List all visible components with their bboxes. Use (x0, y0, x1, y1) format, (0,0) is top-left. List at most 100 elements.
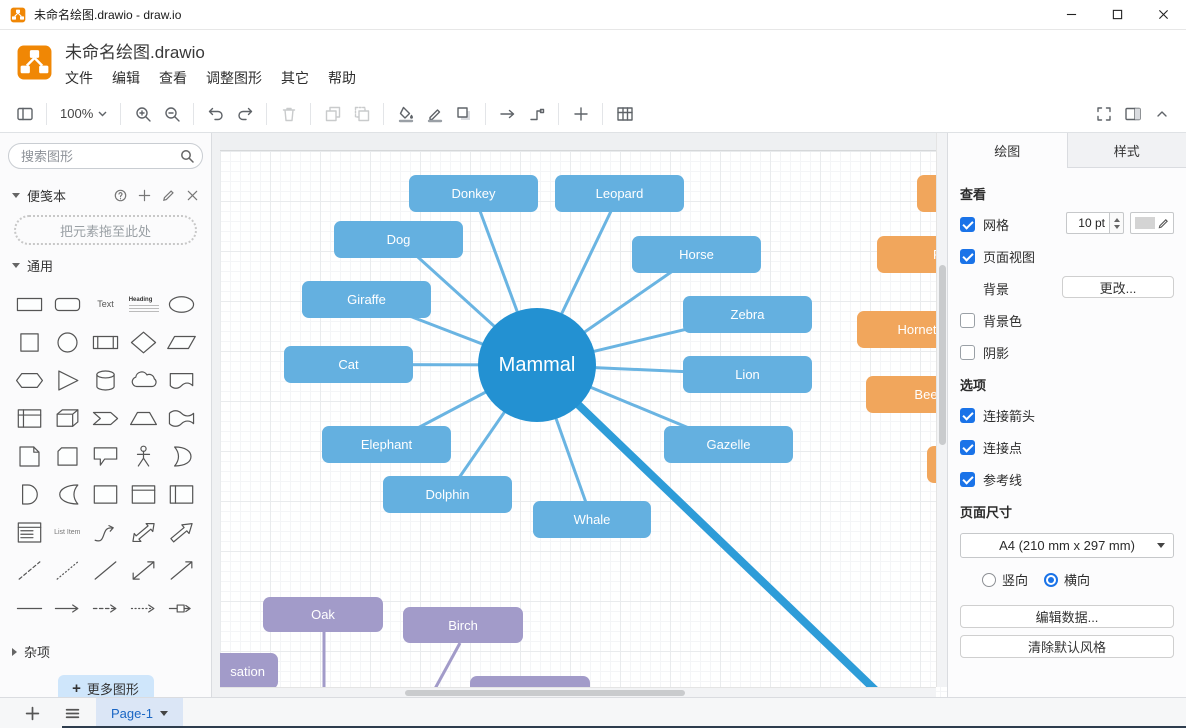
shape-step[interactable] (86, 399, 124, 437)
shape-dotted-edge[interactable] (125, 589, 163, 627)
diagram-node-mammal-center[interactable]: Mammal (478, 308, 596, 422)
edit-data-button[interactable]: 编辑数据... (960, 605, 1174, 628)
menu-edit[interactable]: 编辑 (112, 68, 140, 88)
page-size-select[interactable]: A4 (210 mm x 297 mm) (960, 533, 1174, 558)
page-tab[interactable]: Page-1 (96, 698, 183, 728)
shape-document[interactable] (163, 361, 201, 399)
connection-arrows-checkbox[interactable] (960, 408, 975, 423)
diagram-node-whale[interactable]: Whale (533, 501, 651, 538)
shape-curve[interactable] (86, 513, 124, 551)
shape-link-edge[interactable] (48, 589, 86, 627)
add-page-button[interactable] (20, 701, 44, 725)
menu-help[interactable]: 帮助 (328, 68, 356, 88)
shape-diamond[interactable] (125, 323, 163, 361)
shape-heading[interactable]: Heading (125, 285, 163, 323)
toolbar-shadow-button[interactable] (449, 100, 478, 128)
grid-checkbox[interactable] (960, 217, 975, 232)
diagram-node-horse[interactable]: Horse (632, 236, 761, 273)
vertical-scrollbar-thumb[interactable] (939, 265, 946, 445)
shape-circle[interactable] (48, 323, 86, 361)
shape-container[interactable] (86, 475, 124, 513)
landscape-radio[interactable]: 横向 (1044, 570, 1090, 589)
shape-line[interactable] (86, 551, 124, 589)
shape-list[interactable] (10, 513, 48, 551)
portrait-radio[interactable]: 竖向 (982, 570, 1028, 589)
connection-points-checkbox[interactable] (960, 440, 975, 455)
shape-cloud[interactable] (125, 361, 163, 399)
scratchpad-section-header[interactable]: 便笺本 (0, 177, 211, 211)
shadow-checkbox[interactable] (960, 345, 975, 360)
shape-directional-connector[interactable] (163, 551, 201, 589)
toolbar-table-button[interactable] (610, 100, 639, 128)
toolbar-collapse-button[interactable] (1147, 100, 1176, 128)
shape-cube[interactable] (48, 399, 86, 437)
shape-text[interactable]: Text (86, 285, 124, 323)
diagram-node-hornet[interactable]: Hornet (857, 311, 947, 348)
diagram-node-sation[interactable]: sation (220, 653, 278, 689)
search-input[interactable] (8, 143, 203, 169)
shape-parallelogram[interactable] (163, 323, 201, 361)
shape-rectangle[interactable] (10, 285, 48, 323)
toolbar-connection-button[interactable] (493, 100, 522, 128)
toolbar-panel-toggle-button[interactable] (10, 100, 39, 128)
pages-menu-button[interactable] (60, 701, 84, 725)
tab-style[interactable]: 样式 (1068, 133, 1186, 167)
diagram-node-zebra[interactable]: Zebra (683, 296, 812, 333)
diagram-node-dog[interactable]: Dog (334, 221, 463, 258)
shape-arrow[interactable] (163, 513, 201, 551)
scratchpad-dropzone[interactable]: 把元素拖至此处 (14, 215, 197, 245)
more-shapes-button[interactable]: + 更多图形 (58, 675, 154, 697)
shape-actor[interactable] (125, 437, 163, 475)
help-icon[interactable] (114, 189, 127, 202)
shape-cylinder[interactable] (86, 361, 124, 399)
grid-size-input[interactable]: 10 pt (1066, 212, 1110, 234)
shape-triangle[interactable] (48, 361, 86, 399)
add-icon[interactable] (138, 189, 151, 202)
shape-bidirectional-connector[interactable] (125, 551, 163, 589)
menu-arrange[interactable]: 调整图形 (206, 68, 262, 88)
shape-bidirectional-arrow[interactable] (125, 513, 163, 551)
menu-file[interactable]: 文件 (65, 68, 93, 88)
diagram-node-oak[interactable]: Oak (263, 597, 383, 632)
diagram-node-lion[interactable]: Lion (683, 356, 812, 393)
toolbar-fullscreen-button[interactable] (1089, 100, 1118, 128)
misc-section-header[interactable]: 杂项 (0, 633, 211, 667)
shape-process[interactable] (86, 323, 124, 361)
sidebar-scroll-gutter[interactable] (212, 133, 220, 697)
shape-filled-edge[interactable] (10, 589, 48, 627)
toolbar-waypoints-button[interactable] (522, 100, 551, 128)
toolbar-redo-button[interactable] (230, 100, 259, 128)
close-icon[interactable] (186, 189, 199, 202)
close-button[interactable] (1140, 0, 1186, 29)
diagram-node-gazelle[interactable]: Gazelle (664, 426, 793, 463)
change-background-button[interactable]: 更改... (1062, 276, 1174, 298)
toolbar-fill-color-button[interactable] (391, 100, 420, 128)
shape-dotted-line[interactable] (48, 551, 86, 589)
shape-callout[interactable] (86, 437, 124, 475)
maximize-button[interactable] (1094, 0, 1140, 29)
toolbar-zoom-out-button[interactable] (157, 100, 186, 128)
shape-square[interactable] (10, 323, 48, 361)
shape-dashed-edge[interactable] (86, 589, 124, 627)
toolbar-line-color-button[interactable] (420, 100, 449, 128)
diagram-node-birch[interactable]: Birch (403, 607, 523, 643)
diagram-node-donkey[interactable]: Donkey (409, 175, 538, 212)
shape-list-item[interactable]: List Item (48, 513, 86, 551)
shape-note[interactable] (10, 437, 48, 475)
toolbar-format-panel-button[interactable] (1118, 100, 1147, 128)
menu-extras[interactable]: 其它 (281, 68, 309, 88)
grid-color-button[interactable] (1130, 212, 1174, 234)
horizontal-scrollbar-thumb[interactable] (405, 690, 685, 696)
diagram-node-cat[interactable]: Cat (284, 346, 413, 383)
shape-card[interactable] (48, 437, 86, 475)
diagram-node-dolphin[interactable]: Dolphin (383, 476, 512, 513)
shape-tape[interactable] (163, 399, 201, 437)
edit-icon[interactable] (162, 189, 175, 202)
guides-checkbox[interactable] (960, 472, 975, 487)
toolbar-zoom-in-button[interactable] (128, 100, 157, 128)
general-section-header[interactable]: 通用 (0, 247, 211, 281)
clear-default-style-button[interactable]: 清除默认风格 (960, 635, 1174, 658)
horizontal-scrollbar[interactable] (220, 687, 936, 697)
diagram-node-bee[interactable]: Bee (866, 376, 947, 413)
menu-view[interactable]: 查看 (159, 68, 187, 88)
